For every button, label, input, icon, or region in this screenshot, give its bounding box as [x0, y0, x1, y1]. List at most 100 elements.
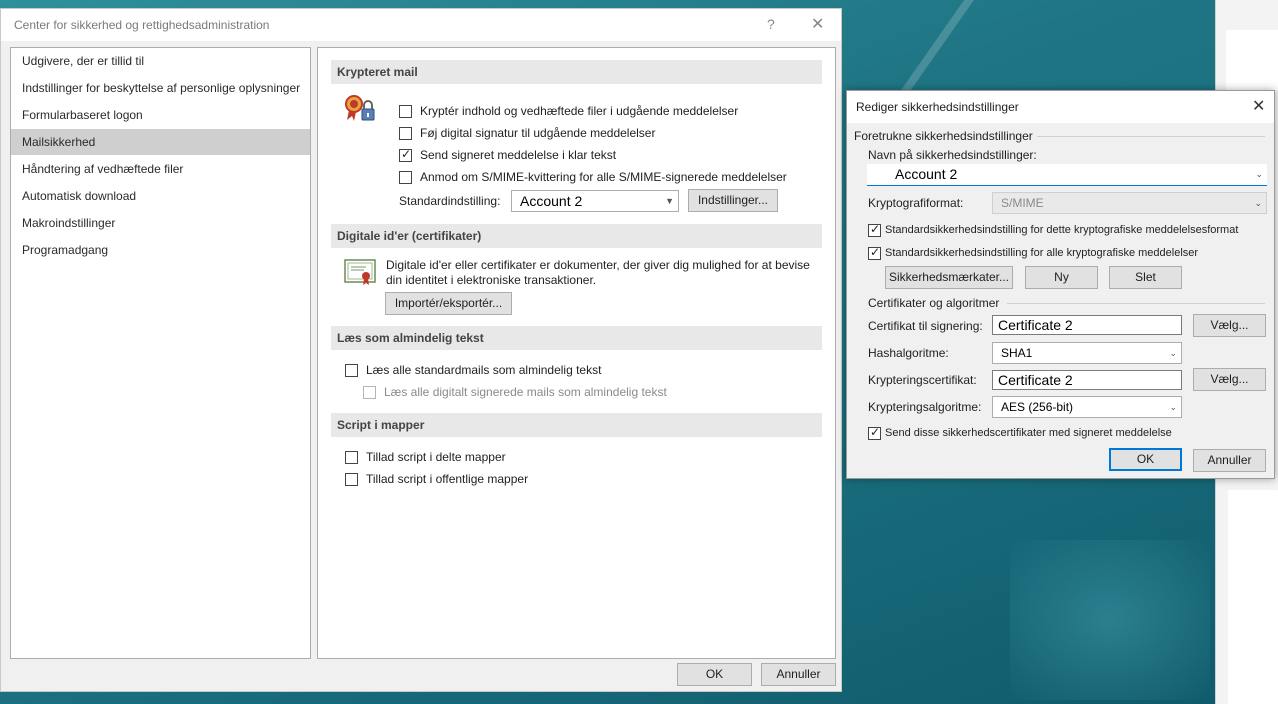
change-security-settings-dialog: Rediger sikkerhedsindstillinger ✕ Foretr…: [846, 90, 1275, 479]
close-button[interactable]: ✕: [811, 14, 824, 34]
chevron-down-icon: ⌄: [1254, 198, 1262, 208]
request-smime-receipt-checkbox[interactable]: Anmod om S/MIME-kvittering for alle S/MI…: [399, 168, 787, 186]
digital-ids-description: Digitale id'er eller certifikater er dok…: [386, 258, 810, 287]
encryption-algorithm-label: Krypteringsalgoritme:: [868, 400, 982, 414]
crypto-format-dropdown: S/MIME ⌄: [992, 192, 1267, 214]
checkbox-box[interactable]: [399, 147, 412, 162]
section-heading-script-in-folders: Script i mapper: [331, 413, 822, 437]
encryption-cert-field[interactable]: Certificate 2: [992, 370, 1182, 390]
cancel-button[interactable]: Annuller: [761, 663, 836, 686]
settings-name-value: Account 2: [895, 166, 958, 182]
checkbox-box[interactable]: [868, 245, 881, 260]
sidebar-nav: Udgivere, der er tillid til Indstillinge…: [10, 47, 311, 659]
group-label-certificates: Certifikater og algoritmer: [868, 296, 1000, 310]
encrypt-content-checkbox[interactable]: Kryptér indhold og vedhæftede filer i ud…: [399, 102, 738, 120]
background-decoration: [1010, 540, 1210, 700]
checkbox-label: Standardsikkerhedsindstilling for dette …: [885, 224, 1239, 236]
signing-cert-label: Certifikat til signering:: [868, 319, 983, 333]
read-all-plain-text-checkbox[interactable]: Læs alle standardmails som almindelig te…: [345, 361, 601, 379]
background-window-panel: [1226, 30, 1278, 90]
hash-algorithm-value: SHA1: [1001, 346, 1033, 360]
allow-script-public-folders-checkbox[interactable]: Tillad script i offentlige mapper: [345, 470, 528, 488]
new-button[interactable]: Ny: [1025, 266, 1098, 289]
signing-cert-field[interactable]: Certificate 2: [992, 315, 1182, 335]
checkbox-box[interactable]: [868, 222, 881, 237]
crypto-format-label: Kryptografiformat:: [868, 196, 964, 210]
settings-name-label: Navn på sikkerhedsindstillinger:: [868, 148, 1037, 162]
checkbox-label: Læs alle standardmails som almindelig te…: [366, 363, 602, 377]
sidebar-item-automatic-download[interactable]: Automatisk download: [11, 183, 310, 209]
send-clear-text-signed-checkbox[interactable]: Send signeret meddelelse i klar tekst: [399, 146, 616, 164]
sidebar-item-attachment-handling[interactable]: Håndtering af vedhæftede filer: [11, 156, 310, 182]
chevron-down-icon: ⌄: [1255, 169, 1263, 179]
checkbox-box[interactable]: [868, 425, 881, 440]
encryption-algorithm-value: AES (256-bit): [1001, 400, 1074, 414]
group-divider: [1007, 303, 1265, 304]
checkbox-box[interactable]: [399, 126, 412, 140]
title-bar: Center for sikkerhed og rettighedsadmini…: [1, 9, 841, 41]
section-heading-digital-ids: Digitale id'er (certifikater): [331, 224, 822, 248]
sidebar-item-trusted-publishers[interactable]: Udgivere, der er tillid til: [11, 48, 310, 74]
checkbox-label: Kryptér indhold og vedhæftede filer i ud…: [420, 104, 739, 118]
default-setting-dropdown[interactable]: Account 2 ▼: [511, 190, 679, 212]
checkbox-label: Tillad script i delte mapper: [366, 450, 506, 464]
settings-name-combobox[interactable]: Account 2 ⌄: [867, 164, 1267, 186]
checkbox-label: Send disse sikkerhedscertifikater med si…: [885, 427, 1172, 439]
send-certificates-checkbox[interactable]: Send disse sikkerhedscertifikater med si…: [868, 424, 1172, 442]
encryption-cert-label: Krypteringscertifikat:: [868, 373, 977, 387]
sidebar-item-form-based-logon[interactable]: Formularbaseret logon: [11, 102, 310, 128]
background-window-panel: [1228, 490, 1278, 704]
add-digital-signature-checkbox[interactable]: Føj digital signatur til udgående meddel…: [399, 124, 655, 142]
cancel-button[interactable]: Annuller: [1193, 449, 1266, 472]
checkbox-box[interactable]: [399, 170, 412, 184]
checkbox-box: [363, 385, 376, 399]
chevron-down-icon: ⌄: [1169, 402, 1177, 412]
checkbox-label: Anmod om S/MIME-kvittering for alle S/MI…: [420, 170, 787, 184]
read-signed-plain-text-checkbox: Læs alle digitalt signerede mails som al…: [363, 383, 667, 401]
dialog-title: Rediger sikkerhedsindstillinger: [856, 100, 1019, 114]
choose-signing-cert-button[interactable]: Vælg...: [1193, 314, 1266, 337]
ok-button[interactable]: OK: [677, 663, 752, 686]
checkbox-label: Standardsikkerhedsindstilling for alle k…: [885, 247, 1199, 259]
hash-algorithm-label: Hashalgoritme:: [868, 346, 949, 360]
checkbox-label: Læs alle digitalt signerede mails som al…: [384, 385, 667, 399]
group-label-preferred-settings: Foretrukne sikkerhedsindstillinger: [854, 129, 1033, 143]
checkbox-box[interactable]: [399, 104, 412, 118]
default-for-all-checkbox[interactable]: Standardsikkerhedsindstilling for alle k…: [868, 244, 1198, 262]
allow-script-shared-folders-checkbox[interactable]: Tillad script i delte mapper: [345, 448, 506, 466]
sidebar-item-macro-settings[interactable]: Makroindstillinger: [11, 210, 310, 236]
sidebar-item-programmatic-access[interactable]: Programadgang: [11, 237, 310, 263]
section-heading-encrypted-mail: Krypteret mail: [331, 60, 822, 84]
encrypted-mail-icon: [345, 95, 375, 121]
encryption-algorithm-dropdown[interactable]: AES (256-bit) ⌄: [992, 396, 1182, 418]
sidebar-item-email-security[interactable]: Mailsikkerhed: [11, 129, 310, 155]
crypto-format-value: S/MIME: [1001, 196, 1044, 210]
dialog-title: Center for sikkerhed og rettighedsadmini…: [14, 18, 270, 32]
checkbox-label: Send signeret meddelelse i klar tekst: [420, 148, 617, 162]
sidebar-item-privacy-options[interactable]: Indstillinger for beskyttelse af personl…: [11, 75, 310, 101]
delete-button[interactable]: Slet: [1109, 266, 1182, 289]
choose-encryption-cert-button[interactable]: Vælg...: [1193, 368, 1266, 391]
settings-button[interactable]: Indstillinger...: [688, 189, 778, 212]
content-panel: Krypteret mail Kryptér indhold og vedhæf…: [317, 47, 836, 659]
title-bar: Rediger sikkerhedsindstillinger ✕: [847, 91, 1274, 123]
security-labels-button[interactable]: Sikkerhedsmærkater...: [885, 266, 1013, 289]
certificate-icon: [344, 259, 376, 285]
import-export-button[interactable]: Importér/eksportér...: [385, 292, 512, 315]
checkbox-label: Føj digital signatur til udgående meddel…: [420, 126, 656, 140]
help-button[interactable]: ?: [767, 16, 775, 32]
default-setting-label: Standardindstilling:: [399, 194, 501, 208]
checkbox-label: Tillad script i offentlige mapper: [366, 472, 529, 486]
dropdown-arrow-icon: ▼: [665, 196, 674, 206]
chevron-down-icon: ⌄: [1169, 348, 1177, 358]
trust-center-dialog: Center for sikkerhed og rettighedsadmini…: [0, 8, 842, 692]
ok-button[interactable]: OK: [1109, 448, 1182, 471]
checkbox-box[interactable]: [345, 363, 358, 377]
checkbox-box[interactable]: [345, 450, 358, 464]
close-button[interactable]: ✕: [1252, 96, 1265, 116]
default-setting-value: Account 2: [520, 193, 583, 209]
hash-algorithm-dropdown[interactable]: SHA1 ⌄: [992, 342, 1182, 364]
default-for-format-checkbox[interactable]: Standardsikkerhedsindstilling for dette …: [868, 221, 1238, 239]
section-heading-read-plain-text: Læs som almindelig tekst: [331, 326, 822, 350]
checkbox-box[interactable]: [345, 472, 358, 486]
